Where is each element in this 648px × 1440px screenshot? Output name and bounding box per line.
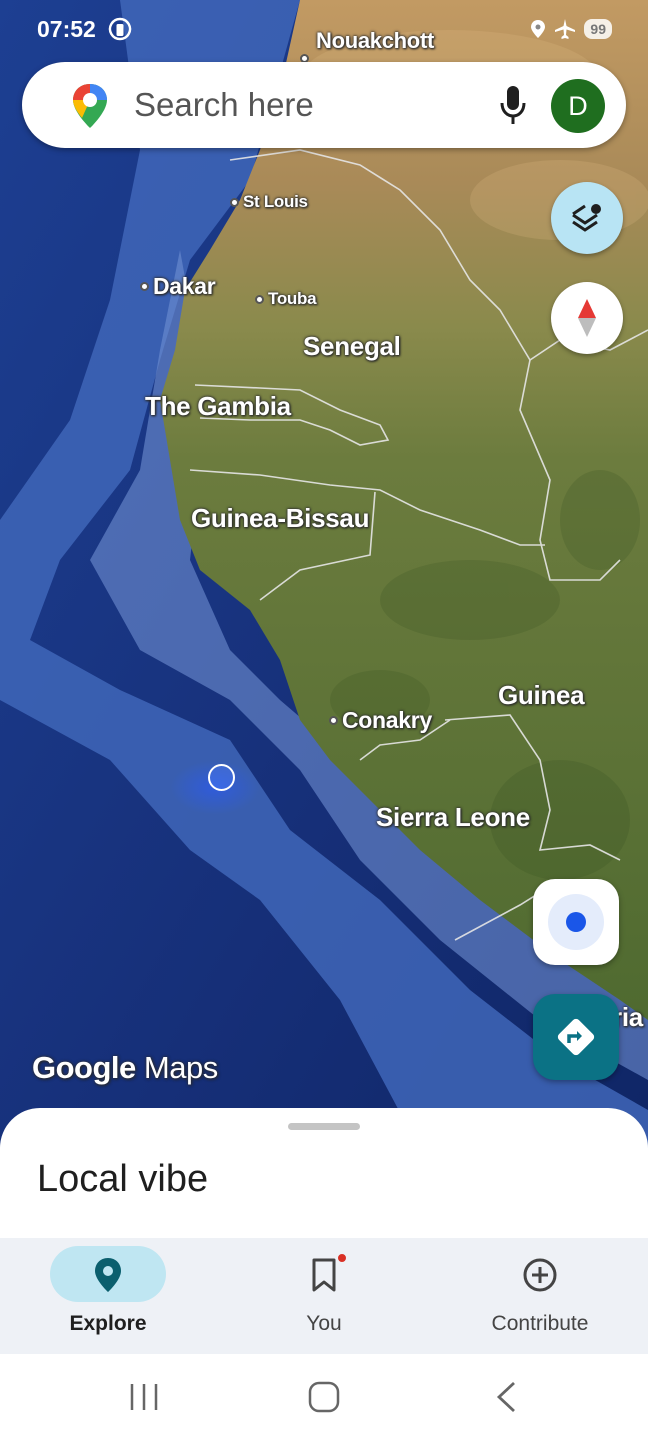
label-text: Touba <box>268 289 317 308</box>
my-location-marker <box>208 764 235 791</box>
search-bar[interactable]: Search here D <box>22 62 626 148</box>
bottom-sheet[interactable]: Local vibe <box>0 1108 648 1248</box>
bottom-navigation: Explore You Contribute <box>0 1238 648 1354</box>
my-location-button[interactable] <box>533 879 619 965</box>
map-label-touba[interactable]: Touba <box>255 289 317 309</box>
account-avatar[interactable]: D <box>551 79 605 133</box>
home-icon[interactable] <box>307 1380 341 1414</box>
label-text: St Louis <box>243 192 308 211</box>
map-label-st-louis[interactable]: St Louis <box>230 192 308 212</box>
sheet-drag-handle[interactable] <box>288 1123 360 1130</box>
google-maps-logo: Google Maps <box>32 1050 218 1086</box>
status-time: 07:52 <box>37 16 96 42</box>
layers-icon <box>572 204 601 232</box>
add-circle-icon <box>523 1258 557 1292</box>
battery-icon: 99 <box>584 19 612 39</box>
map-label-sierra-leone[interactable]: Sierra Leone <box>376 802 530 833</box>
recent-apps-icon[interactable] <box>128 1380 160 1414</box>
back-icon[interactable] <box>494 1380 518 1414</box>
nav-tab-you[interactable]: You <box>216 1238 432 1354</box>
nav-tab-contribute[interactable]: Contribute <box>432 1238 648 1354</box>
directions-button[interactable] <box>533 994 619 1080</box>
map-label-conakry[interactable]: Conakry <box>329 707 432 734</box>
map-label-dakar[interactable]: Dakar <box>140 273 216 300</box>
nav-label-you: You <box>306 1312 342 1335</box>
location-icon <box>531 20 546 38</box>
label-text: Conakry <box>342 707 432 733</box>
map-label-guinea-bissau[interactable]: Guinea-Bissau <box>191 503 369 534</box>
layers-button[interactable] <box>551 182 623 254</box>
microphone-icon[interactable] <box>498 84 528 126</box>
airplane-icon <box>555 19 576 39</box>
sheet-title: Local vibe <box>37 1158 209 1200</box>
google-maps-pin-icon <box>73 84 107 128</box>
satellite-terrain <box>0 0 648 1150</box>
logo-maps-text: Maps <box>143 1050 218 1085</box>
search-input[interactable]: Search here <box>134 86 314 124</box>
compass-icon <box>578 299 596 337</box>
compass-button[interactable] <box>551 282 623 354</box>
nav-tab-explore[interactable]: Explore <box>0 1238 216 1354</box>
shield-icon <box>108 17 132 41</box>
logo-google-text: Google <box>32 1050 136 1085</box>
status-right: 99 <box>530 18 612 40</box>
map-label-gambia[interactable]: The Gambia <box>145 391 291 422</box>
my-location-icon <box>548 894 604 950</box>
map-label-guinea[interactable]: Guinea <box>498 680 585 711</box>
system-navigation-bar <box>0 1354 648 1440</box>
nav-label-contribute: Contribute <box>491 1312 589 1335</box>
status-bar: 07:52 99 <box>0 0 648 60</box>
directions-icon <box>557 1018 595 1056</box>
label-text: Dakar <box>153 273 216 299</box>
notification-dot <box>336 1252 348 1264</box>
map-label-senegal[interactable]: Senegal <box>303 331 401 362</box>
map-view[interactable]: Nouakchott St Louis Dakar Touba Senegal … <box>0 0 648 1150</box>
nav-label-explore: Explore <box>69 1312 147 1335</box>
explore-pin-icon <box>95 1258 121 1292</box>
